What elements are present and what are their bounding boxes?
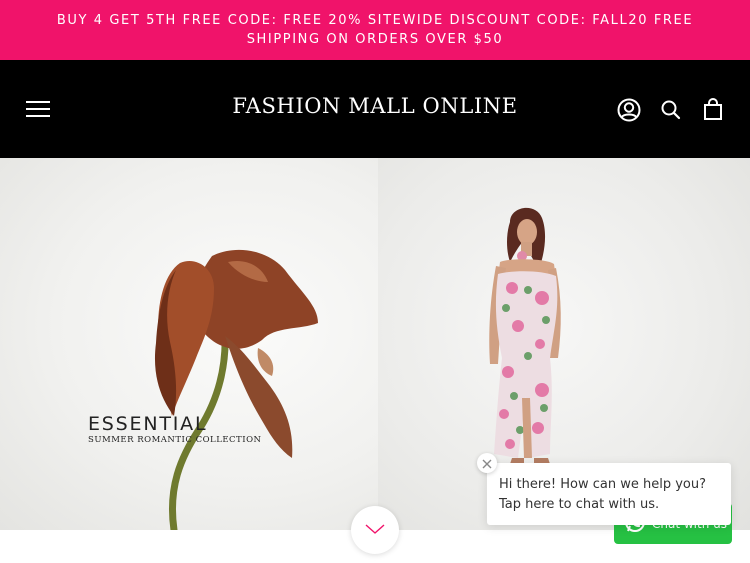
scroll-down-button[interactable] (351, 506, 399, 554)
hero-subtitle: SUMMER ROMANTIC COLLECTION (88, 435, 262, 445)
account-icon[interactable] (616, 97, 642, 123)
announcement-bar[interactable]: BUY 4 GET 5TH FREE CODE: FREE 20% SITEWI… (0, 0, 750, 60)
menu-icon[interactable] (26, 99, 52, 119)
close-chat-bubble-button[interactable] (477, 453, 497, 473)
cart-icon[interactable] (700, 97, 726, 123)
hero-title: ESSENTIAL (88, 413, 208, 435)
page: BUY 4 GET 5TH FREE CODE: FREE 20% SITEWI… (0, 0, 750, 563)
dried-flower-image (154, 249, 318, 530)
chat-greeting-text: Hi there! How can we help you? Tap here … (499, 477, 707, 512)
hero-left-panel[interactable]: ESSENTIAL SUMMER ROMANTIC COLLECTION (0, 158, 378, 530)
chevron-down-icon (364, 521, 386, 540)
chat-greeting-bubble[interactable]: Hi there! How can we help you? Tap here … (487, 463, 731, 525)
brand-logo[interactable]: FASHION MALL ONLINE (175, 94, 575, 118)
search-icon[interactable] (658, 97, 684, 123)
announcement-text: BUY 4 GET 5TH FREE CODE: FREE 20% SITEWI… (56, 13, 694, 47)
site-header: FASHION MALL ONLINE (0, 60, 750, 158)
close-icon (482, 454, 492, 473)
